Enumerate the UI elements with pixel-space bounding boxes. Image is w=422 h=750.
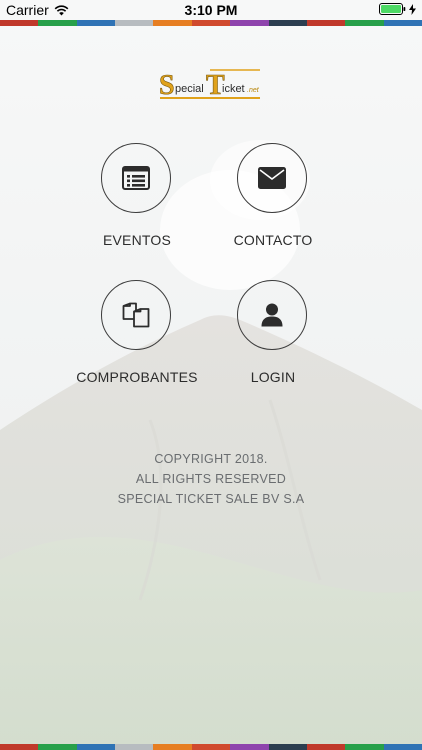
- stripe-segment: [191, 744, 231, 750]
- user-icon: [261, 303, 283, 327]
- stripe-segment: [191, 20, 231, 26]
- bolt-icon: [409, 3, 416, 15]
- bottom-color-stripe: [0, 744, 422, 750]
- contacto-circle[interactable]: [237, 143, 307, 213]
- status-bar: Carrier 3:10 PM: [0, 0, 422, 20]
- stripe-segment: [383, 744, 422, 750]
- top-color-stripe: [0, 20, 422, 26]
- stripe-segment: [153, 20, 192, 26]
- stripe-segment: [38, 744, 77, 750]
- login-label: LOGIN: [250, 369, 296, 385]
- stripe-segment: [268, 744, 307, 750]
- logo-text-domain: .net: [247, 87, 260, 94]
- logo-text-ticket: icket: [222, 83, 245, 95]
- stripe-segment: [115, 744, 154, 750]
- contacto-button[interactable]: CONTACTO: [203, 143, 343, 253]
- stripe-segment: [0, 20, 39, 26]
- stripe-segment: [153, 744, 192, 750]
- stripe-segment: [345, 20, 384, 26]
- status-right: [379, 3, 416, 15]
- special-ticket-logo: S pecial T icket .net: [159, 69, 260, 101]
- battery-icon: [379, 3, 406, 15]
- stripe-segment: [38, 20, 77, 26]
- stripe-segment: [76, 20, 116, 26]
- stripe-segment: [383, 20, 422, 26]
- copyright-line-3: SPECIAL TICKET SALE BV S.A: [117, 492, 305, 506]
- copyright-text: COPYRIGHT 2018. ALL RIGHTS RESERVED SPEC…: [0, 449, 422, 509]
- logo-letter-s: S: [159, 70, 175, 101]
- copyright-line-2: ALL RIGHTS RESERVED: [135, 472, 287, 486]
- status-time: 3:10 PM: [184, 2, 238, 18]
- login-button[interactable]: LOGIN: [203, 280, 343, 390]
- stripe-segment: [230, 20, 269, 26]
- login-circle[interactable]: [237, 280, 307, 350]
- stripe-segment: [230, 744, 269, 750]
- stripe-segment: [0, 744, 39, 750]
- contacto-label: CONTACTO: [233, 232, 313, 248]
- stripe-segment: [306, 20, 346, 26]
- stripe-segment: [76, 744, 116, 750]
- stripe-segment: [268, 20, 307, 26]
- stripe-segment: [306, 744, 346, 750]
- copyright-line-1: COPYRIGHT 2018.: [154, 452, 268, 466]
- documents-icon: [122, 302, 150, 328]
- stripe-segment: [115, 20, 154, 26]
- eventos-circle[interactable]: [101, 143, 171, 213]
- stripe-segment: [345, 744, 384, 750]
- logo-text-special: pecial: [175, 83, 204, 95]
- comprobantes-circle[interactable]: [101, 280, 171, 350]
- envelope-icon: [258, 167, 286, 189]
- list-icon: [122, 166, 150, 190]
